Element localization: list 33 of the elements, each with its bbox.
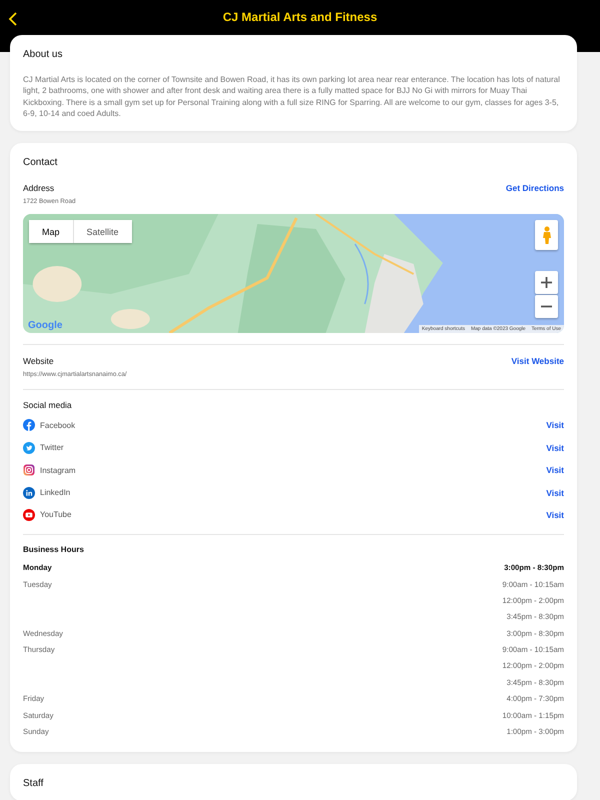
social-name: Twitter xyxy=(40,443,65,452)
visit-link[interactable]: Visit xyxy=(546,420,564,430)
bird-icon xyxy=(23,442,35,454)
hours-title: Business Hours xyxy=(23,545,85,554)
social-name: LinkedIn xyxy=(40,488,72,498)
person-icon xyxy=(542,226,552,244)
visit-link[interactable]: Visit xyxy=(546,442,564,453)
website-link[interactable]: Visit Website xyxy=(511,356,564,366)
section-title: Contact xyxy=(23,157,58,168)
map-type-tab[interactable]: Map xyxy=(29,220,73,244)
address-label: Address xyxy=(23,183,54,194)
social-name: YouTube xyxy=(40,510,72,520)
zoom-out-button[interactable] xyxy=(535,295,558,318)
page-title: CJ Martial Arts and Fitness xyxy=(222,10,378,24)
website-label: Website xyxy=(23,356,54,366)
social-title: Social media xyxy=(23,400,73,410)
zoom-in-button[interactable] xyxy=(535,271,558,294)
instagram-icon xyxy=(23,464,35,476)
linkedin-icon xyxy=(23,486,35,499)
about-text: CJ Martial Arts is located on the corner of Townsite and Bowen Road, it has its own parking lot area near rear enterance. The location has lots of natural light, 2 bathrooms, one with shower and after front desk and waiting area there is a fully matted space for BJJ No Gi with mirrors for Muay Thai Kickboxing. There is a small gym set up for Personal Training along with a full size RING for Sparring. All are welcome to our gym, classes for ages 3-5, 6-9, 10-14 and coed Adults. xyxy=(23,74,561,120)
map-type-tab[interactable]: Satellite xyxy=(72,220,132,244)
visit-link[interactable]: Visit xyxy=(546,488,564,498)
plus-icon xyxy=(541,277,552,288)
social-name: Instagram xyxy=(40,466,77,475)
section-title: About us xyxy=(23,49,64,60)
youtube-icon xyxy=(23,508,35,521)
facebook-icon xyxy=(23,419,35,432)
visit-link[interactable]: Visit xyxy=(546,510,564,520)
map-logo: Google xyxy=(28,320,62,332)
section-title: Staff xyxy=(23,778,44,790)
social-name: Facebook xyxy=(40,420,76,430)
directions-link[interactable]: Get Directions xyxy=(506,183,564,194)
visit-link[interactable]: Visit xyxy=(546,465,564,476)
